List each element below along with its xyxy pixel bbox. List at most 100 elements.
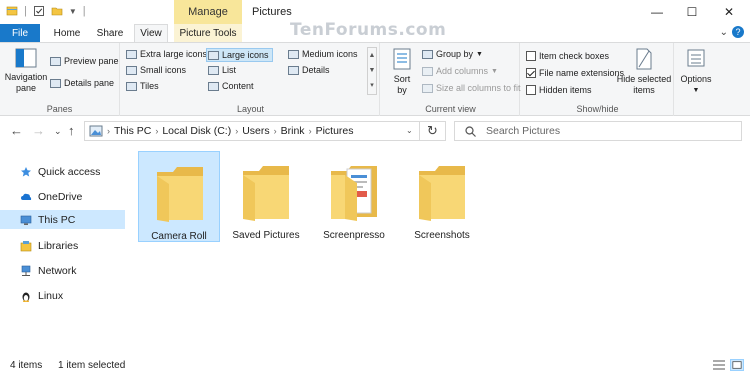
- explorer-icon[interactable]: [6, 5, 18, 17]
- layout-scroll[interactable]: ▲ ▼ ▾: [367, 47, 377, 95]
- sidebar-item-linux[interactable]: Linux: [0, 286, 125, 305]
- large-icons-view-icon[interactable]: [730, 359, 744, 371]
- tab-view[interactable]: View: [134, 24, 168, 42]
- extra-large-icons-label: Extra large icons: [140, 49, 208, 59]
- preview-pane-label: Preview pane: [64, 56, 119, 66]
- refresh-button[interactable]: ↻: [420, 121, 446, 141]
- sidebar-item-this-pc[interactable]: This PC: [0, 210, 125, 229]
- navigation-pane-label: Navigation pane: [4, 72, 48, 93]
- hidden-items-toggle[interactable]: Hidden items: [526, 85, 592, 95]
- options-group: Options ▼: [676, 43, 716, 117]
- folder-name: Saved Pictures: [232, 230, 300, 241]
- add-columns-label: Add columns: [436, 66, 489, 76]
- search-placeholder: Search Pictures: [486, 125, 561, 137]
- breadcrumb-item[interactable]: Brink: [281, 125, 305, 137]
- library-icon: [20, 240, 32, 252]
- sidebar-item-label: Quick access: [38, 165, 101, 178]
- breadcrumb-item[interactable]: Pictures: [316, 125, 354, 137]
- details-view-icon[interactable]: [712, 359, 726, 371]
- file-name-extensions-toggle[interactable]: File name extensions: [526, 68, 624, 78]
- group-by-label: Group by: [436, 49, 474, 59]
- sort-by-icon: [393, 48, 411, 70]
- details-button[interactable]: Details: [288, 65, 330, 75]
- tab-home[interactable]: Home: [48, 24, 86, 42]
- navigation-pane-button[interactable]: Navigation pane: [4, 47, 48, 94]
- file-name-extensions-checkbox[interactable]: [526, 68, 536, 78]
- list-label: List: [222, 65, 237, 75]
- sidebar-item-quick-access[interactable]: Quick access: [0, 162, 125, 181]
- address-dropdown-icon[interactable]: ⌄: [406, 126, 413, 135]
- back-button[interactable]: ←: [10, 123, 23, 138]
- properties-icon[interactable]: [33, 5, 45, 17]
- large-icons-label: Large icons: [222, 50, 269, 60]
- breadcrumb-item[interactable]: Users: [242, 125, 269, 137]
- tab-picture-tools[interactable]: Picture Tools: [174, 24, 242, 42]
- sidebar-item-label: Linux: [38, 289, 64, 302]
- options-button[interactable]: Options ▼: [678, 47, 714, 96]
- help-icon[interactable]: ?: [732, 26, 744, 38]
- search-icon: [465, 125, 476, 137]
- breadcrumb-item[interactable]: Local Disk (C:): [162, 125, 231, 137]
- group-by-button[interactable]: Group by ▼: [422, 49, 483, 59]
- forward-button[interactable]: →: [32, 123, 45, 138]
- search-box[interactable]: Search Pictures: [454, 121, 742, 141]
- content-label: Content: [222, 81, 254, 91]
- maximize-button[interactable]: ☐: [675, 0, 709, 24]
- close-button[interactable]: ✕: [712, 0, 746, 24]
- hide-selected-items-button[interactable]: Hide selected items: [616, 47, 672, 96]
- sort-by-button[interactable]: Sort by: [388, 47, 416, 96]
- ribbon-tabs: File Home Share View Picture Tools TenFo…: [0, 20, 750, 42]
- hidden-items-checkbox[interactable]: [526, 85, 536, 95]
- extra-large-icons-button[interactable]: Extra large icons: [126, 49, 207, 59]
- extra-large-icons-icon: [126, 49, 137, 59]
- add-columns-button[interactable]: Add columns ▼: [422, 66, 498, 76]
- minimize-button[interactable]: —: [640, 0, 674, 24]
- sidebar-item-label: Libraries: [38, 239, 79, 252]
- medium-icons-button[interactable]: Medium icons: [288, 49, 358, 59]
- customize-qat-icon[interactable]: ▼: [69, 7, 77, 16]
- tab-share[interactable]: Share: [90, 24, 130, 42]
- network-icon: [20, 265, 32, 277]
- large-icons-button[interactable]: Large icons: [206, 48, 273, 62]
- up-button[interactable]: ↑: [68, 123, 75, 138]
- details-pane-icon: [50, 78, 61, 88]
- sidebar-item-label: OneDrive: [38, 190, 83, 203]
- tiles-button[interactable]: Tiles: [126, 81, 159, 91]
- item-check-boxes-checkbox[interactable]: [526, 51, 536, 61]
- folder-item[interactable]: Screenpresso: [313, 151, 395, 242]
- hide-selected-icon: [636, 48, 652, 70]
- breadcrumb-separator-icon[interactable]: ›: [155, 126, 158, 136]
- options-icon: [687, 49, 705, 67]
- cloud-icon: [20, 191, 32, 203]
- small-icons-button[interactable]: Small icons: [126, 65, 186, 75]
- details-pane-button[interactable]: Details pane: [50, 78, 114, 88]
- new-folder-icon[interactable]: [51, 5, 63, 17]
- breadcrumb-separator-icon[interactable]: ›: [274, 126, 277, 136]
- breadcrumb-separator-icon[interactable]: ›: [309, 126, 312, 136]
- sidebar-item-libraries[interactable]: Libraries: [0, 236, 125, 255]
- breadcrumb-separator-icon[interactable]: ›: [235, 126, 238, 136]
- folder-icon: [157, 167, 203, 222]
- tiles-label: Tiles: [140, 81, 159, 91]
- preview-pane-button[interactable]: Preview pane: [50, 56, 119, 66]
- tiles-icon: [126, 81, 137, 91]
- sidebar-item-onedrive[interactable]: OneDrive: [0, 187, 125, 206]
- folder-item[interactable]: Saved Pictures: [225, 151, 307, 242]
- address-row: ← → ⌄ ↑ › This PC › Local Disk (C:) › Users ›…: [0, 116, 750, 144]
- folder-item[interactable]: Screenshots: [401, 151, 483, 242]
- content-button[interactable]: Content: [208, 81, 254, 91]
- sidebar-item-network[interactable]: Network: [0, 261, 125, 280]
- navigation-pane: Quick access OneDrive This PC Libraries Netw…: [0, 152, 125, 352]
- recent-locations-icon[interactable]: ⌄: [54, 126, 62, 137]
- list-icon: [208, 65, 219, 75]
- manage-context-tab[interactable]: Manage: [174, 0, 242, 24]
- breadcrumb-item[interactable]: This PC: [114, 125, 151, 137]
- size-columns-button[interactable]: Size all columns to fit: [422, 83, 521, 93]
- item-check-boxes-label: Item check boxes: [539, 51, 610, 61]
- tab-file[interactable]: File: [0, 24, 40, 42]
- chevron-down-icon[interactable]: ⌄: [720, 27, 728, 38]
- address-bar[interactable]: › This PC › Local Disk (C:) › Users › Brink › Pi…: [84, 121, 420, 141]
- list-button[interactable]: List: [208, 65, 236, 75]
- item-check-boxes-toggle[interactable]: Item check boxes: [526, 51, 609, 61]
- folder-item[interactable]: Camera Roll: [138, 151, 220, 242]
